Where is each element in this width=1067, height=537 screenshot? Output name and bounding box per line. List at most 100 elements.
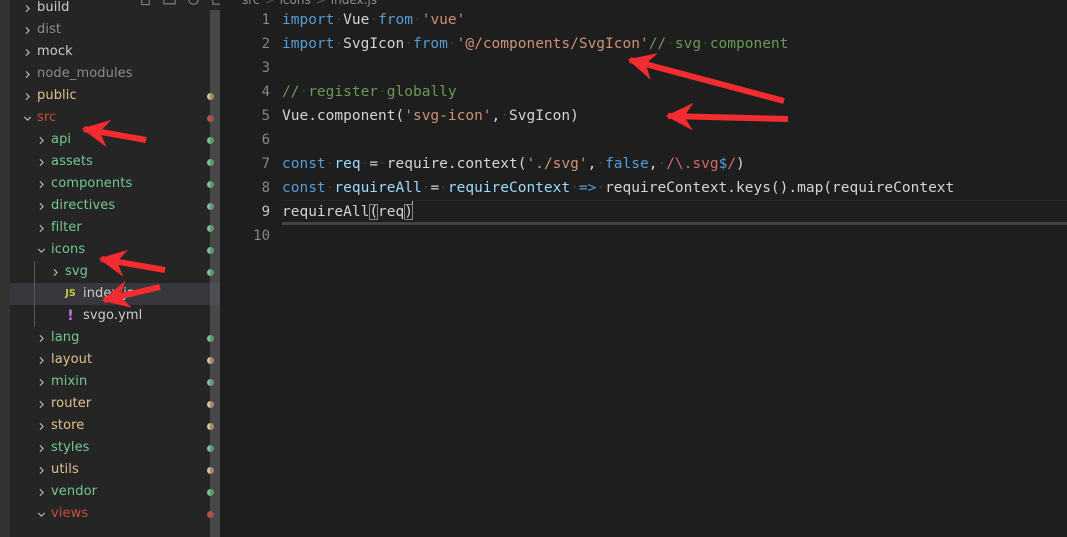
tree-item-src[interactable]: src [10,107,220,129]
tree-item-label: index.js [83,286,134,301]
code-token: · [447,36,457,52]
code-line[interactable]: 3 [220,56,1067,80]
code-token: · [404,36,413,52]
chevron-right-icon[interactable] [34,129,48,151]
new-folder-icon[interactable] [162,0,177,11]
chevron-right-icon[interactable] [20,63,34,85]
code-editor: src > icons > index.js 1 import·Vue·from·'vue… [220,0,1067,537]
tree-item-views[interactable]: views [10,503,220,525]
breadcrumb-item[interactable]: src [242,0,260,7]
code-token: .component( [308,108,405,124]
code-token: requireAll [282,204,370,220]
code-line[interactable]: 1 import·Vue·from·'vue' [220,8,1067,32]
chevron-right-icon[interactable] [34,349,48,371]
chevron-down-icon[interactable] [20,107,34,129]
chevron-right-icon[interactable] [20,0,34,19]
tree-item-mixin[interactable]: mixin [10,371,220,393]
chevron-right-icon[interactable] [34,371,48,393]
tree-item-index-js[interactable]: JS index.js [10,283,220,305]
code-line[interactable]: 4//·register·globally [220,80,1067,104]
code-token: · [334,36,344,52]
tree-item-label: assets [51,154,93,169]
tree-item-store[interactable]: store [10,415,220,437]
tree-item-utils[interactable]: utils [10,459,220,481]
tree-item-directives[interactable]: directives [10,195,220,217]
chevron-right-icon[interactable] [34,437,48,459]
breadcrumb[interactable]: src > icons > index.js [242,0,377,7]
chevron-right-icon[interactable] [34,217,48,239]
code-token: · [378,84,387,100]
refresh-explorer-icon[interactable] [186,0,201,11]
yaml-file-icon: ! [67,308,74,324]
editor-horizontal-scrollbar[interactable] [282,222,1067,225]
chevron-right-icon[interactable] [34,481,48,503]
tree-item-svg[interactable]: svg [10,261,220,283]
chevron-right-icon[interactable] [34,195,48,217]
tree-item-styles[interactable]: styles [10,437,220,459]
code-token: = [430,180,440,196]
chevron-right-icon[interactable] [34,327,48,349]
tree-item-label: icons [51,242,86,257]
code-line[interactable]: 2 import·SvgIcon·from·'@/components/SvgIc… [220,32,1067,56]
chevron-right-icon[interactable] [34,173,48,195]
code-line-text [282,128,1067,152]
code-token: const [282,156,326,172]
code-line[interactable]: 9 requireAll(req) [220,200,1067,224]
code-content[interactable]: 1 import·Vue·from·'vue' 2 import·SvgIcon·fr… [220,8,1067,248]
file-tree[interactable]: build dist mock node_modules public src api ass… [10,0,220,525]
breadcrumb-item[interactable]: icons [280,0,311,7]
tree-item-label: build [37,0,70,15]
tree-item-lang[interactable]: lang [10,327,220,349]
tree-item-node-modules[interactable]: node_modules [10,63,220,85]
chevron-right-icon[interactable] [34,393,48,415]
chevron-right-icon[interactable] [20,19,34,41]
tree-item-layout[interactable]: layout [10,349,220,371]
code-token: const [282,180,326,196]
tree-item-vendor[interactable]: vendor [10,481,220,503]
code-token: · [666,36,675,52]
sidebar-scrollbar[interactable] [210,10,220,537]
tree-item-assets[interactable]: assets [10,151,220,173]
code-token: · [439,180,448,196]
code-line[interactable]: 7 const·req·=·require.context('./svg',·fa… [220,152,1067,176]
code-token: ( [369,204,379,220]
tree-item-label: dist [37,22,62,37]
code-line-text [282,224,1067,248]
code-token: · [412,12,422,28]
tree-item-dist[interactable]: dist [10,19,220,41]
tree-item-router[interactable]: router [10,393,220,415]
code-token: import [282,12,335,28]
collapse-folders-icon[interactable] [210,0,220,11]
tree-item-icons[interactable]: icons [10,239,220,261]
code-token: /\.svg [666,156,719,172]
chevron-right-icon[interactable] [20,85,34,107]
code-token: import [282,36,335,52]
line-number: 8 [261,180,270,196]
tree-item-public[interactable]: public [10,85,220,107]
chevron-right-icon[interactable] [34,459,48,481]
breadcrumb-separator: > [315,0,326,7]
tree-item-api[interactable]: api [10,129,220,151]
code-line[interactable]: 6 [220,128,1067,152]
new-file-icon[interactable] [138,0,153,11]
code-line[interactable]: 5 Vue.component('svg-icon',·SvgIcon) [220,104,1067,128]
chevron-right-icon[interactable] [34,415,48,437]
tree-item-mock[interactable]: mock [10,41,220,63]
code-line[interactable]: 10 [220,224,1067,248]
chevron-right-icon[interactable] [48,261,62,283]
chevron-down-icon[interactable] [34,239,48,261]
tree-item-components[interactable]: components [10,173,220,195]
chevron-right-icon[interactable] [34,151,48,173]
tree-item-label: directives [51,198,116,213]
code-token: SvgIcon) [509,108,579,124]
line-number: 3 [261,60,270,76]
breadcrumb-item[interactable]: index.js [331,0,377,7]
activity-bar[interactable] [0,0,10,537]
chevron-right-icon[interactable] [20,41,34,63]
tree-item-filter[interactable]: filter [10,217,220,239]
tree-item-svgo-yml[interactable]: ! svgo.yml [10,305,220,327]
code-token: 'svg-icon' [404,108,492,124]
chevron-down-icon[interactable] [34,503,48,525]
code-line[interactable]: 8 const·requireAll·=·requireContext·=>·re… [220,176,1067,200]
